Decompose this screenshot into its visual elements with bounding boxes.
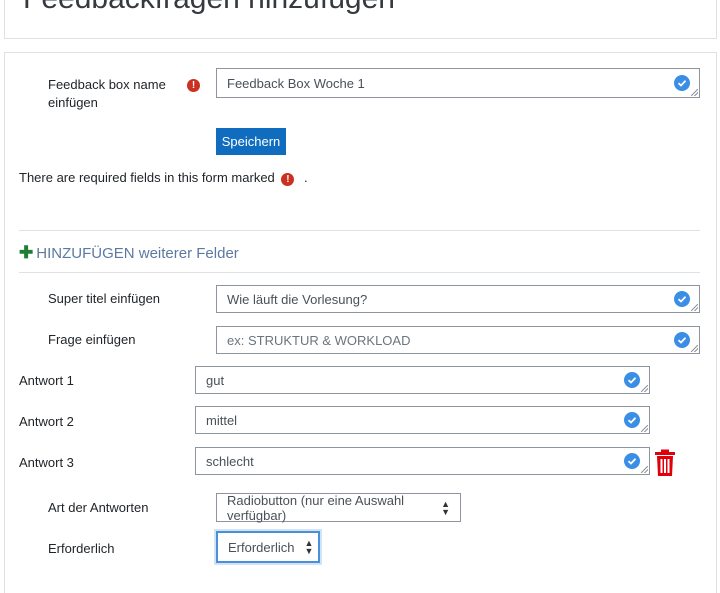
- answer-type-select[interactable]: Radiobutton (nur eine Auswahl verfügbar)…: [216, 492, 461, 523]
- required-select[interactable]: Erforderlich ▲ ▼: [216, 531, 320, 563]
- check-icon: [674, 291, 690, 307]
- trash-icon[interactable]: [653, 449, 677, 477]
- super-title-label: Super titel einfügen: [48, 291, 161, 306]
- add-fields-label: HINZUFÜGEN weiterer Felder: [36, 244, 239, 262]
- plus-icon: ✚: [19, 243, 34, 262]
- required-icon: !: [281, 173, 295, 186]
- answer-2-input[interactable]: mittel: [195, 406, 650, 434]
- answer-1-value: gut: [206, 372, 225, 388]
- answer-type-value: Radiobutton (nur eine Auswahl verfügbar): [227, 492, 405, 523]
- add-fields-link[interactable]: ✚ HINZUFÜGEN weiterer Felder: [19, 243, 239, 263]
- box-name-label: Feedback box name einfügen: [48, 77, 166, 110]
- answer-type-label: Art der Antworten: [48, 500, 149, 515]
- super-title-value: Wie läuft die Vorlesung?: [227, 291, 368, 307]
- answer-2-value: mittel: [206, 412, 238, 428]
- resize-handle[interactable]: [691, 304, 698, 311]
- answer-2-label: Antwort 2: [19, 414, 74, 429]
- check-icon: [624, 453, 640, 469]
- super-title-input[interactable]: Wie läuft die Vorlesung?: [216, 285, 700, 313]
- required-label: Erforderlich: [48, 541, 115, 556]
- resize-handle[interactable]: [691, 345, 698, 352]
- box-name-input[interactable]: Feedback Box Woche 1: [216, 68, 700, 98]
- page-title: Feedbackfragen hinzufügen: [23, 0, 395, 16]
- required-value: Erforderlich: [228, 539, 295, 555]
- answer-1-label: Antwort 1: [19, 373, 74, 388]
- question-input[interactable]: ex: STRUKTUR & WORKLOAD: [216, 326, 700, 354]
- required-icon: !: [187, 79, 200, 92]
- check-icon: [624, 412, 640, 428]
- box-name-value: Feedback Box Woche 1: [227, 75, 365, 91]
- answer-3-value: schlecht: [206, 453, 254, 469]
- divider: [19, 230, 700, 231]
- select-arrows-icon: ▲ ▼: [304, 538, 314, 556]
- save-button[interactable]: Speichern: [216, 128, 286, 155]
- resize-handle[interactable]: [641, 466, 648, 473]
- question-label: Frage einfügen: [48, 332, 136, 347]
- select-arrows-icon: ▲ ▼: [441, 498, 450, 517]
- divider: [19, 272, 700, 273]
- answer-1-input[interactable]: gut: [195, 366, 650, 394]
- resize-handle[interactable]: [641, 425, 648, 432]
- answer-3-label: Antwort 3: [19, 455, 74, 470]
- answer-3-input[interactable]: schlecht: [195, 447, 650, 475]
- required-note: There are required fields in this form m…: [19, 170, 308, 186]
- page-header: Feedbackfragen hinzufügen: [4, 0, 717, 39]
- check-icon: [624, 372, 640, 388]
- question-placeholder: ex: STRUKTUR & WORKLOAD: [227, 332, 411, 348]
- resize-handle[interactable]: [641, 385, 648, 392]
- resize-handle[interactable]: [691, 89, 698, 96]
- check-icon: [674, 75, 690, 91]
- check-icon: [674, 332, 690, 348]
